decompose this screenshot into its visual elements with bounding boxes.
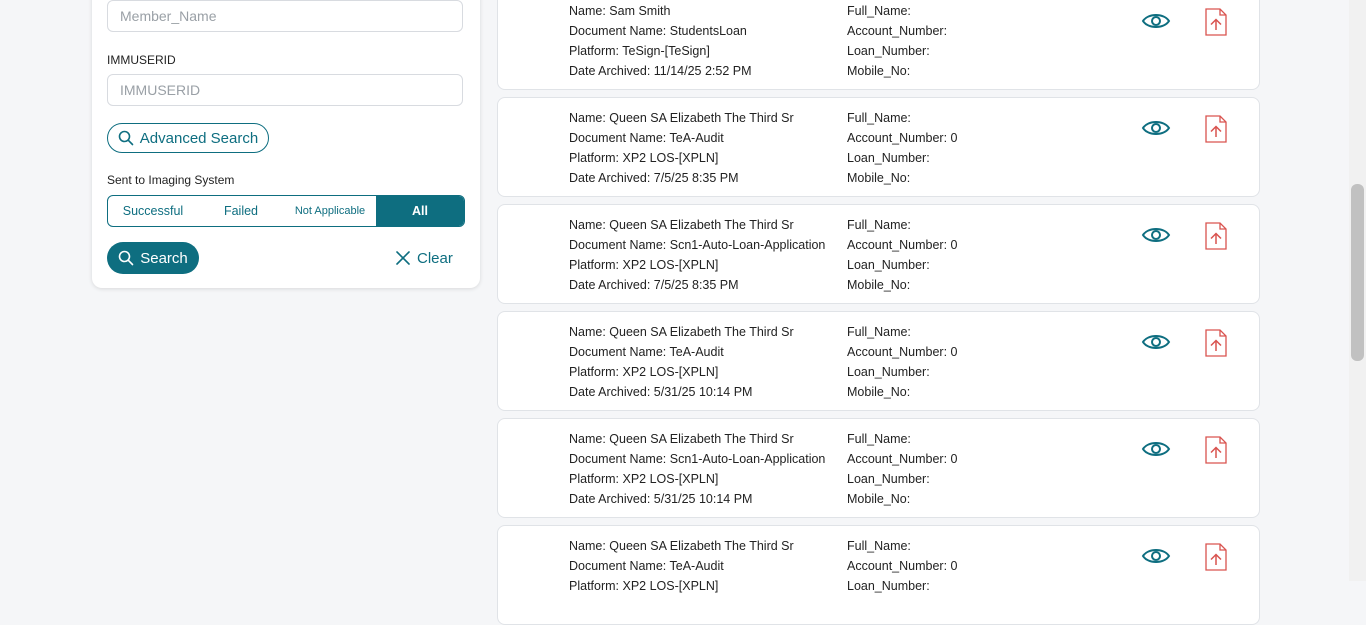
result-card: Name: Queen SA Elizabeth The Third Sr Do… [497, 311, 1260, 411]
eye-icon[interactable] [1141, 10, 1171, 32]
result-account: Account_Number: 0 [847, 559, 958, 573]
result-full-name: Full_Name: [847, 218, 911, 232]
result-platform: Platform: XP2 LOS-[XPLN] [569, 258, 719, 272]
result-document: Document Name: Scn1-Auto-Loan-Applicatio… [569, 452, 826, 466]
pdf-upload-icon[interactable] [1204, 436, 1228, 464]
search-label: Search [140, 249, 188, 267]
eye-icon[interactable] [1141, 438, 1171, 460]
result-full-name: Full_Name: [847, 325, 911, 339]
result-platform: Platform: XP2 LOS-[XPLN] [569, 579, 719, 593]
result-date: Date Archived: 7/5/25 8:35 PM [569, 278, 739, 292]
result-platform: Platform: XP2 LOS-[XPLN] [569, 151, 719, 165]
segment-not-applicable[interactable]: Not Applicable [284, 196, 376, 226]
result-loan: Loan_Number: [847, 579, 930, 593]
result-full-name: Full_Name: [847, 4, 911, 18]
result-name: Name: Queen SA Elizabeth The Third Sr [569, 432, 794, 446]
result-platform: Platform: TeSign-[TeSign] [569, 44, 710, 58]
result-identifiers: Full_Name: Account_Number: Loan_Number: … [847, 1, 1087, 81]
result-identifiers: Full_Name: Account_Number: 0 Loan_Number… [847, 215, 1087, 295]
result-account: Account_Number: 0 [847, 452, 958, 466]
advanced-search-button[interactable]: Advanced Search [107, 123, 269, 153]
result-loan: Loan_Number: [847, 44, 930, 58]
result-identifiers: Full_Name: Account_Number: 0 Loan_Number… [847, 322, 1087, 402]
result-card: Name: Queen SA Elizabeth The Third Sr Do… [497, 204, 1260, 304]
result-full-name: Full_Name: [847, 432, 911, 446]
result-card: Name: Queen SA Elizabeth The Third Sr Do… [497, 97, 1260, 197]
result-document: Document Name: TeA-Audit [569, 131, 724, 145]
result-document: Document Name: StudentsLoan [569, 24, 747, 38]
result-details: Name: Queen SA Elizabeth The Third Sr Do… [569, 536, 831, 596]
clear-label: Clear [417, 249, 453, 267]
result-date: Date Archived: 11/14/25 2:52 PM [569, 64, 752, 78]
result-mobile: Mobile_No: [847, 64, 911, 78]
result-details: Name: Queen SA Elizabeth The Third Sr Do… [569, 322, 831, 402]
search-button[interactable]: Search [107, 242, 199, 274]
result-details: Name: Queen SA Elizabeth The Third Sr Do… [569, 215, 831, 295]
result-loan: Loan_Number: [847, 472, 930, 486]
result-identifiers: Full_Name: Account_Number: 0 Loan_Number… [847, 108, 1087, 188]
segment-successful[interactable]: Successful [108, 196, 198, 226]
result-loan: Loan_Number: [847, 258, 930, 272]
result-details: Name: Sam Smith Document Name: StudentsL… [569, 1, 831, 81]
pdf-upload-icon[interactable] [1204, 115, 1228, 143]
sent-to-imaging-label: Sent to Imaging System [107, 173, 235, 187]
result-full-name: Full_Name: [847, 539, 911, 553]
result-account: Account_Number: 0 [847, 238, 958, 252]
imaging-status-toggle: Successful Failed Not Applicable All [107, 195, 465, 227]
result-identifiers: Full_Name: Account_Number: 0 Loan_Number… [847, 536, 1087, 596]
result-mobile: Mobile_No: [847, 492, 911, 506]
segment-all[interactable]: All [376, 196, 464, 226]
search-icon [118, 130, 134, 146]
filter-panel: IMMUSERID Advanced Search Sent to Imagin… [92, 0, 480, 288]
search-icon [118, 250, 134, 266]
result-full-name: Full_Name: [847, 111, 911, 125]
result-name: Name: Sam Smith [569, 4, 671, 18]
scrollbar-track[interactable] [1349, 0, 1366, 581]
result-details: Name: Queen SA Elizabeth The Third Sr Do… [569, 429, 831, 509]
result-identifiers: Full_Name: Account_Number: 0 Loan_Number… [847, 429, 1087, 509]
advanced-search-label: Advanced Search [139, 129, 259, 147]
result-platform: Platform: XP2 LOS-[XPLN] [569, 365, 719, 379]
result-date: Date Archived: 5/31/25 10:14 PM [569, 492, 753, 506]
result-document: Document Name: TeA-Audit [569, 345, 724, 359]
result-account: Account_Number: 0 [847, 131, 958, 145]
result-details: Name: Queen SA Elizabeth The Third Sr Do… [569, 108, 831, 188]
pdf-upload-icon[interactable] [1204, 329, 1228, 357]
eye-icon[interactable] [1141, 545, 1171, 567]
result-document: Document Name: TeA-Audit [569, 559, 724, 573]
result-card: Name: Sam Smith Document Name: StudentsL… [497, 0, 1260, 90]
pdf-upload-icon[interactable] [1204, 222, 1228, 250]
result-date: Date Archived: 5/31/25 10:14 PM [569, 385, 753, 399]
clear-button[interactable]: Clear [395, 246, 453, 270]
immuserid-input[interactable] [107, 74, 463, 106]
immuserid-label: IMMUSERID [107, 53, 176, 67]
result-date: Date Archived: 7/5/25 8:35 PM [569, 171, 739, 185]
result-name: Name: Queen SA Elizabeth The Third Sr [569, 325, 794, 339]
result-mobile: Mobile_No: [847, 171, 911, 185]
result-mobile: Mobile_No: [847, 385, 911, 399]
member-name-input[interactable] [107, 0, 463, 32]
pdf-upload-icon[interactable] [1204, 543, 1228, 571]
result-card: Name: Queen SA Elizabeth The Third Sr Do… [497, 418, 1260, 518]
result-name: Name: Queen SA Elizabeth The Third Sr [569, 111, 794, 125]
eye-icon[interactable] [1141, 331, 1171, 353]
result-name: Name: Queen SA Elizabeth The Third Sr [569, 539, 794, 553]
result-mobile: Mobile_No: [847, 278, 911, 292]
scrollbar-thumb[interactable] [1351, 184, 1364, 361]
result-name: Name: Queen SA Elizabeth The Third Sr [569, 218, 794, 232]
result-card: Name: Queen SA Elizabeth The Third Sr Do… [497, 525, 1260, 625]
result-account: Account_Number: 0 [847, 345, 958, 359]
pdf-upload-icon[interactable] [1204, 8, 1228, 36]
eye-icon[interactable] [1141, 117, 1171, 139]
result-platform: Platform: XP2 LOS-[XPLN] [569, 472, 719, 486]
result-account: Account_Number: [847, 24, 948, 38]
segment-failed[interactable]: Failed [198, 196, 284, 226]
result-loan: Loan_Number: [847, 151, 930, 165]
eye-icon[interactable] [1141, 224, 1171, 246]
close-icon [396, 251, 410, 265]
result-loan: Loan_Number: [847, 365, 930, 379]
result-document: Document Name: Scn1-Auto-Loan-Applicatio… [569, 238, 826, 252]
